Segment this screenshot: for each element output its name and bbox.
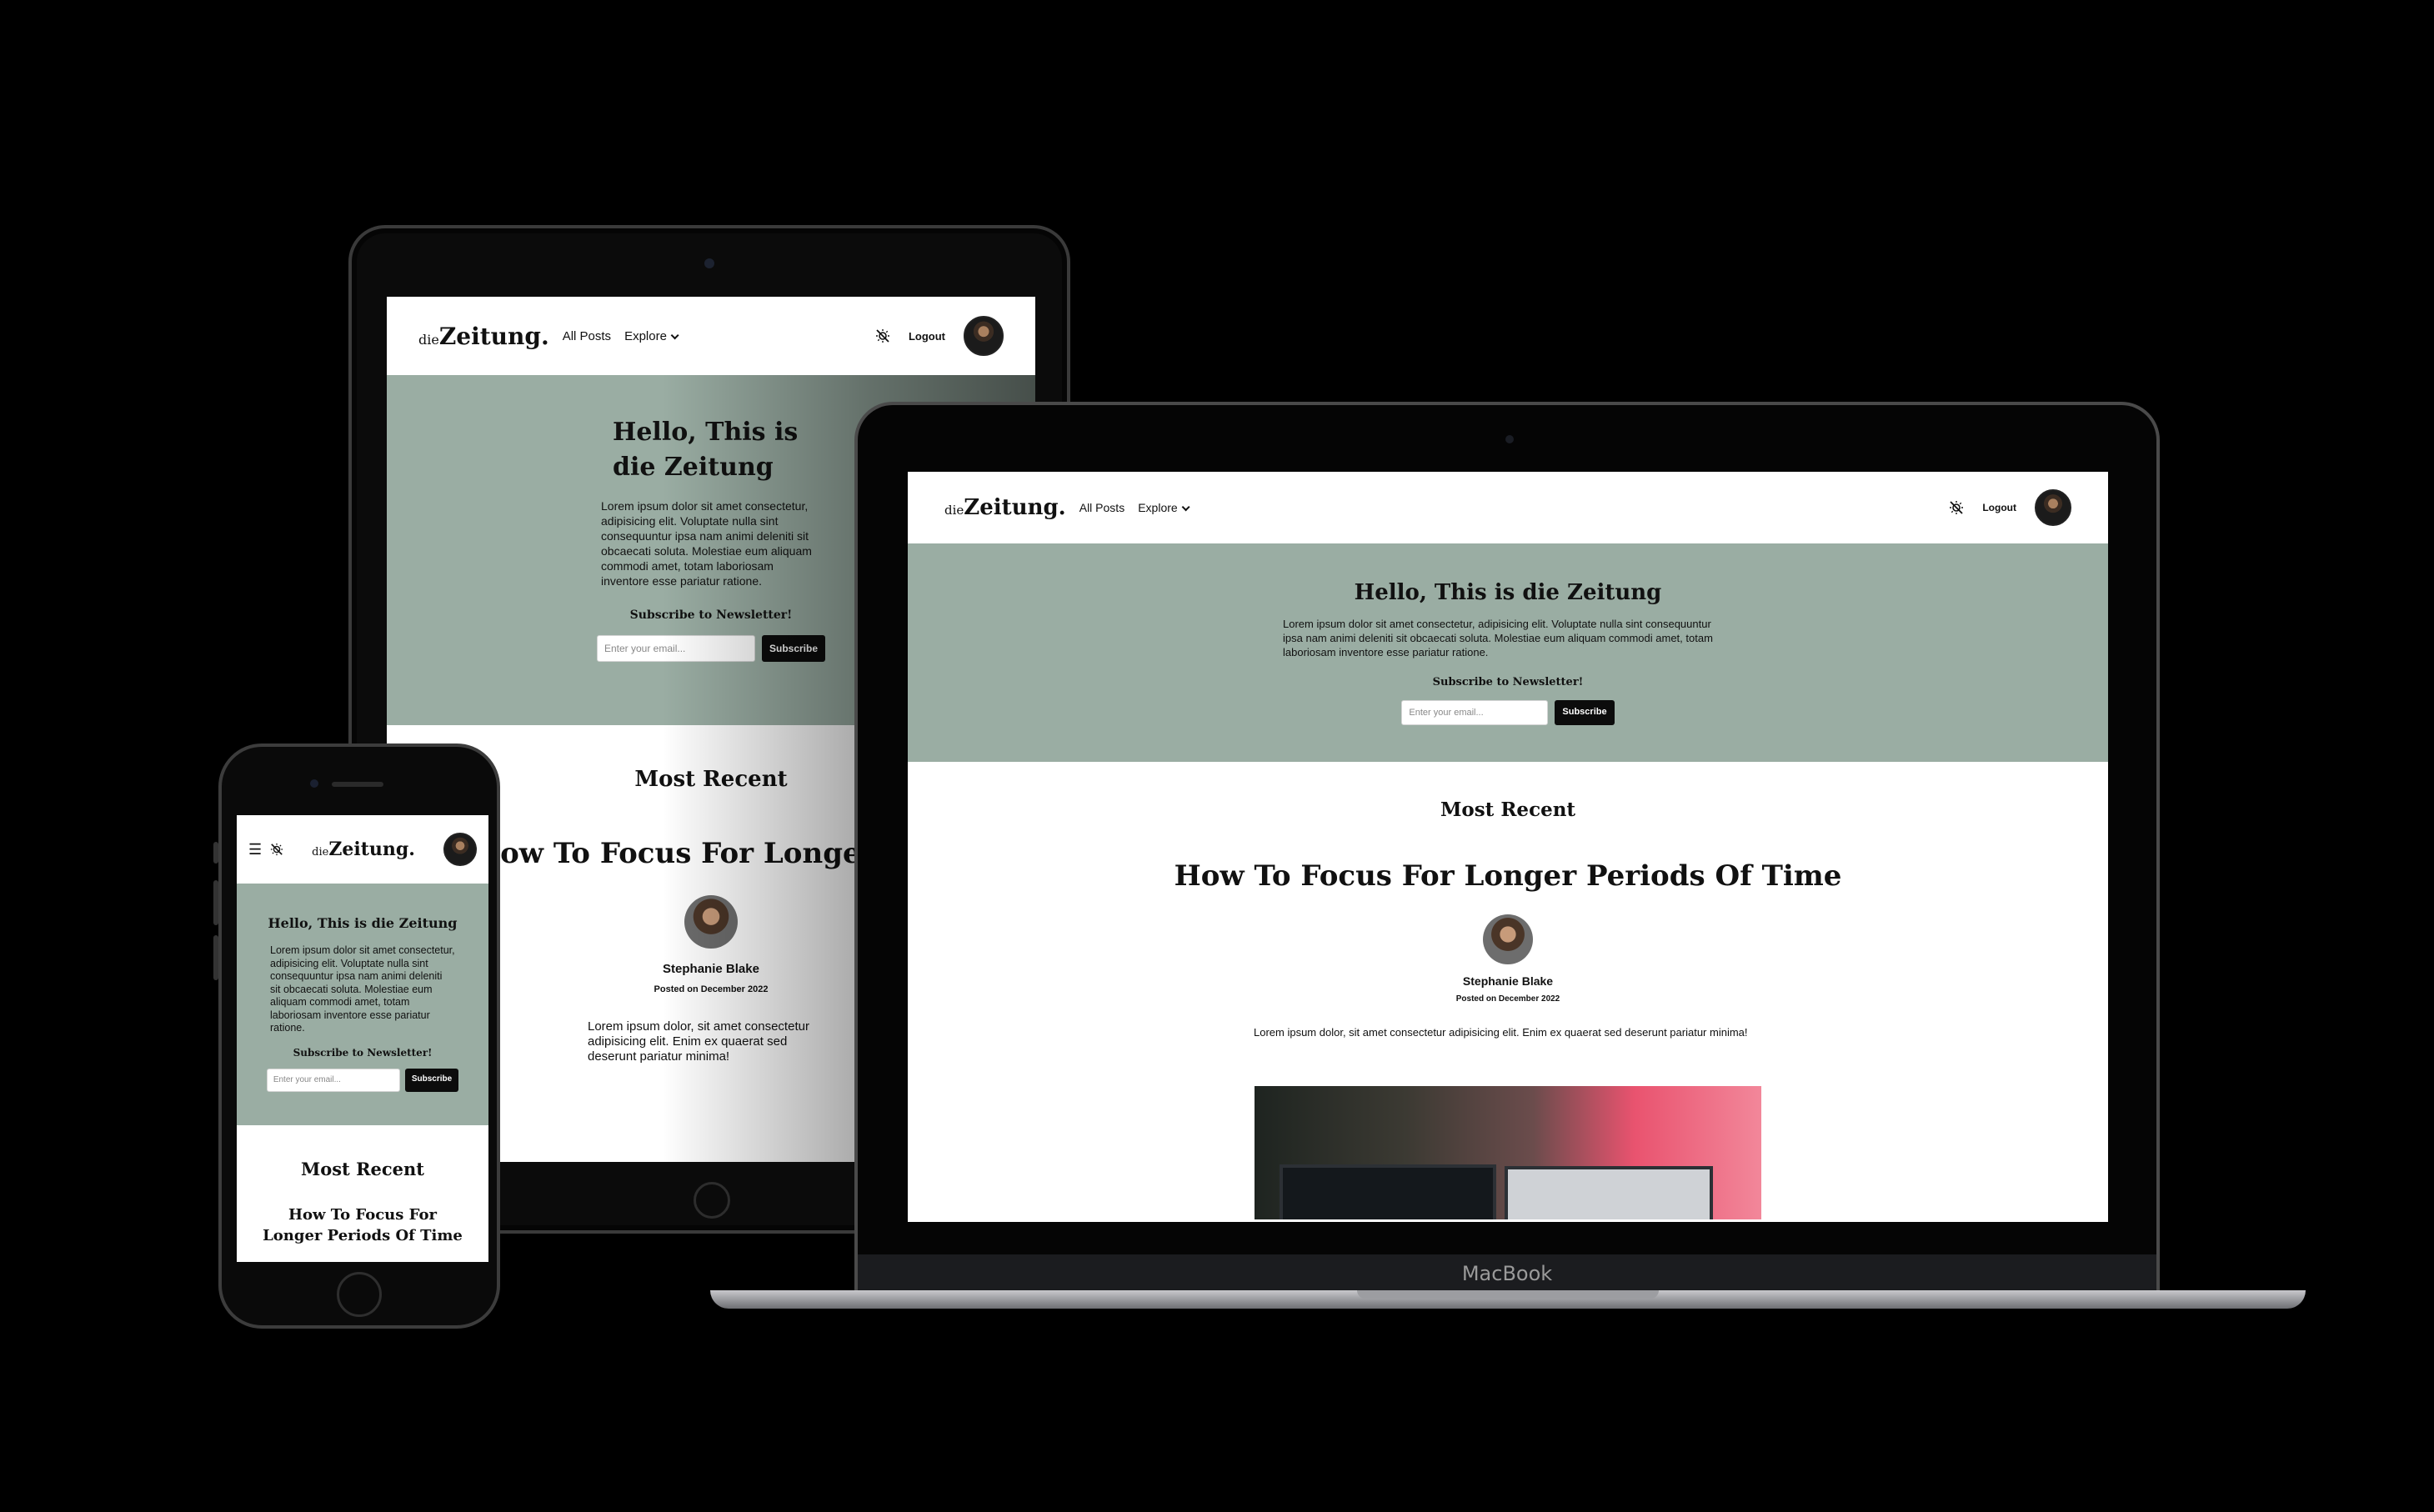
chevron-down-icon (670, 330, 679, 339)
laptop-navbar: die Zeitung. All Posts Explore Logout (908, 472, 2108, 543)
nav-explore-label: Explore (1138, 501, 1178, 514)
logo-prefix: die (944, 503, 964, 518)
tablet-logo[interactable]: die Zeitung. (418, 323, 549, 350)
laptop-nav-right: Logout (1949, 489, 2071, 526)
laptop-device: die Zeitung. All Posts Explore Logout Hel… (854, 402, 2160, 1294)
chevron-down-icon (1181, 503, 1190, 512)
post-cover-image[interactable] (1255, 1086, 1761, 1219)
user-avatar[interactable] (443, 833, 477, 866)
phone-device: ☰ die Zeitung. Hello, This is die Zeitung… (218, 743, 500, 1329)
hero-title: Hello, This is die Zeitung (268, 915, 458, 931)
tablet-home-button (694, 1182, 730, 1219)
subscribe-button[interactable]: Subscribe (404, 1068, 459, 1092)
nav-all-posts[interactable]: All Posts (1079, 501, 1124, 514)
tablet-navbar: die Zeitung. All Posts Explore Logout (387, 297, 1035, 375)
author-avatar (684, 895, 738, 949)
laptop-camera (1505, 435, 1514, 443)
hamburger-icon[interactable]: ☰ (248, 841, 262, 859)
author-avatar (1483, 914, 1533, 964)
logo-prefix: die (312, 846, 329, 859)
laptop-screen: die Zeitung. All Posts Explore Logout Hel… (908, 472, 2108, 1222)
author-name: Stephanie Blake (1462, 974, 1554, 988)
hero-title: Hello, This is die Zeitung (613, 418, 799, 482)
subscribe-button[interactable]: Subscribe (761, 635, 826, 662)
email-input[interactable]: Enter your email... (1401, 700, 1549, 725)
phone-home-button (337, 1272, 382, 1317)
theme-toggle-icon[interactable] (875, 328, 890, 343)
hero-text: Lorem ipsum dolor sit amet consectetur, … (270, 944, 455, 1034)
laptop-label: MacBook (858, 1254, 2156, 1293)
phone-camera (310, 779, 318, 788)
phone-screen: ☰ die Zeitung. Hello, This is die Zeitung… (237, 815, 488, 1262)
most-recent-heading: Most Recent (300, 1159, 424, 1179)
logo-main: Zeitung. (438, 322, 549, 350)
phone-logo[interactable]: die Zeitung. (312, 839, 415, 860)
image-monitor (1505, 1166, 1713, 1219)
laptop-notch (1357, 1290, 1659, 1299)
phone-hero: Hello, This is die Zeitung Lorem ipsum d… (237, 884, 488, 1125)
logo-main: Zeitung. (328, 839, 415, 860)
laptop-base (710, 1290, 2306, 1309)
email-input[interactable]: Enter your email... (266, 1068, 400, 1092)
email-input[interactable]: Enter your email... (596, 635, 755, 662)
subscribe-form: Enter your email... Subscribe (237, 1068, 488, 1092)
phone-nav-left: ☰ (248, 841, 283, 859)
subscribe-form: Enter your email... Subscribe (908, 700, 2108, 725)
subscribe-button[interactable]: Subscribe (1555, 700, 1615, 725)
post-excerpt: Lorem ipsum dolor, sit amet consectetur … (588, 1019, 809, 1064)
nav-explore-label: Explore (624, 328, 667, 343)
hero-text: Lorem ipsum dolor sit amet consectetur, … (1283, 618, 1713, 658)
user-avatar[interactable] (2035, 489, 2071, 526)
tablet-camera (704, 258, 714, 268)
hero-text: Lorem ipsum dolor sit amet consectetur, … (601, 499, 812, 588)
phone-navbar: ☰ die Zeitung. (237, 815, 488, 884)
subscribe-label: Subscribe to Newsletter! (293, 1046, 433, 1059)
hero-title: Hello, This is die Zeitung (1354, 580, 1662, 605)
theme-toggle-icon[interactable] (1949, 500, 1964, 515)
logo-main: Zeitung. (964, 495, 1066, 520)
post-title[interactable]: How To Focus For Longer Periods Of Time (258, 1204, 467, 1246)
subscribe-label: Subscribe to Newsletter! (1432, 676, 1584, 688)
theme-toggle-icon[interactable] (270, 843, 283, 856)
logout-link[interactable]: Logout (909, 330, 945, 343)
image-monitor (1280, 1164, 1496, 1219)
logout-link[interactable]: Logout (1982, 502, 2016, 513)
nav-all-posts[interactable]: All Posts (563, 329, 611, 343)
nav-explore[interactable]: Explore (624, 328, 679, 343)
post-excerpt: Lorem ipsum dolor, sit amet consectetur … (1254, 1026, 1748, 1039)
tablet-nav-right: Logout (875, 316, 1004, 356)
user-avatar[interactable] (964, 316, 1004, 356)
laptop-hero: Hello, This is die Zeitung Lorem ipsum d… (908, 543, 2108, 762)
post-date: Posted on December 2022 (1455, 994, 1560, 1004)
phone-speaker (332, 782, 383, 787)
post-title[interactable]: How To Focus For Longer Periods Of Time (908, 859, 2108, 893)
most-recent-heading: Most Recent (1440, 799, 1576, 821)
logo-prefix: die (418, 331, 439, 348)
nav-explore[interactable]: Explore (1138, 501, 1190, 514)
laptop-logo[interactable]: die Zeitung. (944, 495, 1066, 520)
